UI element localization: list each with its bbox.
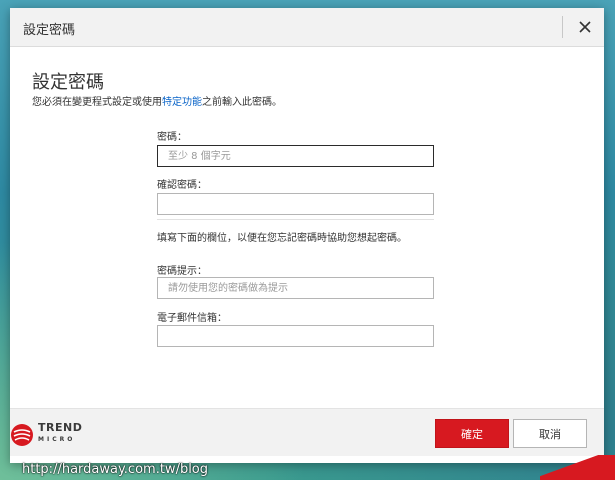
confirm-password-input[interactable] xyxy=(157,193,434,215)
recovery-note: 填寫下面的欄位，以便在您忘記密碼時協助您想起密碼。 xyxy=(157,233,407,244)
dialog-description: 您必須在變更程式設定或使用特定功能之前輸入此密碼。 xyxy=(32,93,282,108)
logo-subword: MICRO xyxy=(38,436,76,443)
password-label: 密碼： xyxy=(157,132,187,143)
close-icon xyxy=(579,21,591,33)
ok-button[interactable]: 確定 xyxy=(435,419,509,448)
password-input[interactable] xyxy=(157,145,434,167)
blog-watermark: http://hardaway.com.tw/blog xyxy=(22,462,209,477)
section-divider xyxy=(157,219,434,220)
description-text-after: 之前輸入此密碼。 xyxy=(202,97,282,108)
trend-micro-logo-icon xyxy=(11,424,33,446)
email-input[interactable] xyxy=(157,325,434,347)
cancel-button[interactable]: 取消 xyxy=(513,419,587,448)
title-separator xyxy=(562,16,563,38)
password-hint-label: 密碼提示： xyxy=(157,266,207,277)
specific-features-link[interactable]: 特定功能 xyxy=(162,97,202,108)
dialog-heading: 設定密碼 xyxy=(32,72,104,93)
password-hint-input[interactable] xyxy=(157,277,434,299)
desktop-red-corner xyxy=(540,455,615,480)
title-bar: 設定密碼 xyxy=(10,8,604,47)
close-button[interactable] xyxy=(572,15,598,39)
email-label: 電子郵件信箱： xyxy=(157,313,227,324)
description-text-before: 您必須在變更程式設定或使用 xyxy=(32,97,162,108)
logo-wordmark: TREND xyxy=(38,421,83,434)
confirm-password-label: 確認密碼： xyxy=(157,180,207,191)
trend-micro-logo: TREND MICRO xyxy=(10,421,100,449)
window-title: 設定密碼 xyxy=(23,23,76,38)
